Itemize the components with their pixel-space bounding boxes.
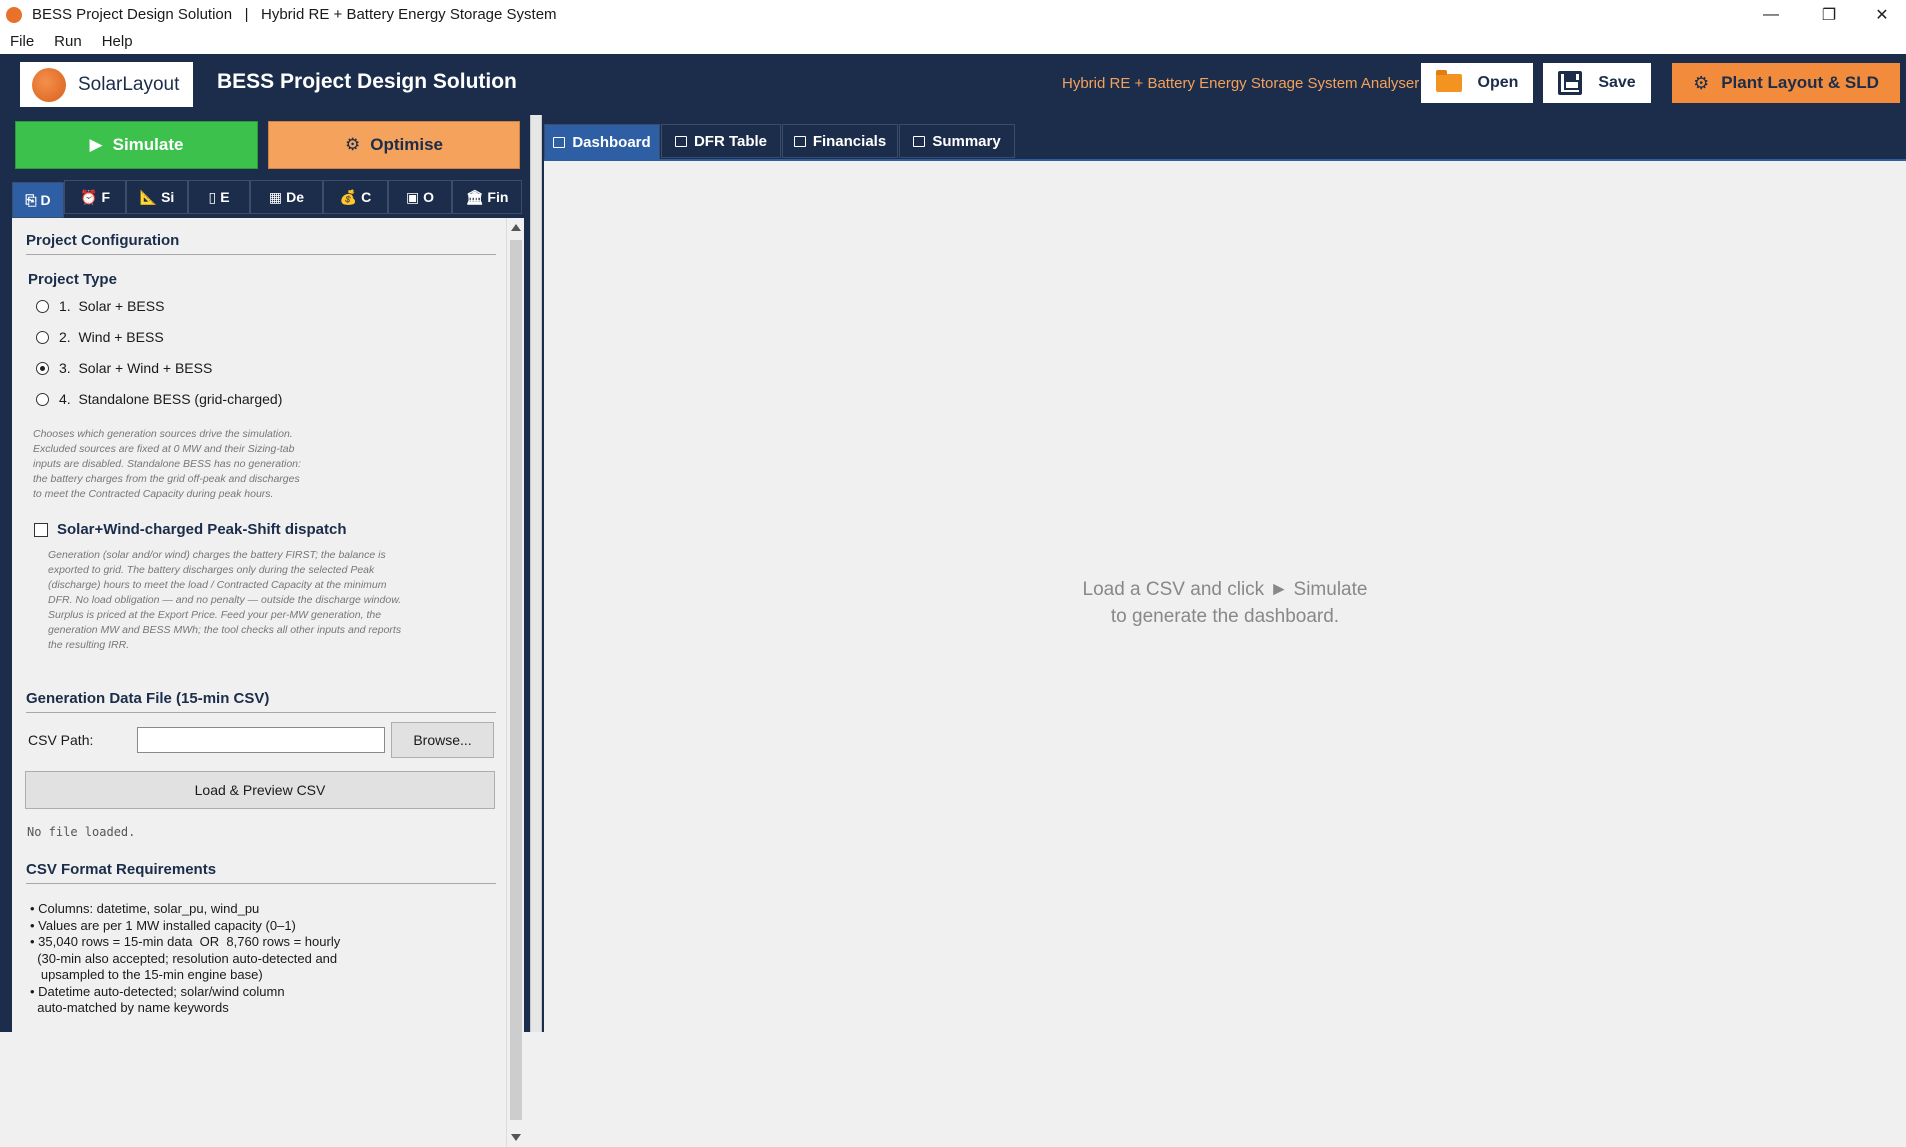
file-status: No file loaded. (27, 825, 136, 839)
layout-icon: ⚙ (1693, 72, 1710, 93)
generation-data-title: Generation Data File (15-min CSV) (26, 690, 270, 707)
document-icon (913, 135, 926, 147)
tab-o[interactable]: ▣ O (388, 180, 452, 214)
project-type-option-3[interactable]: 3. Solar + Wind + BESS (36, 360, 212, 376)
dashboard-canvas: Load a CSV and click ► Simulate to gener… (544, 159, 1906, 1032)
tab-c[interactable]: 💰 C (323, 180, 388, 214)
project-type-option-4[interactable]: 4. Standalone BESS (grid-charged) (36, 391, 282, 407)
result-tabs: Dashboard DFR Table Financials Summary (544, 122, 1015, 160)
app-header: SolarLayout BESS Project Design Solution… (0, 54, 1906, 115)
minimize-icon: — (1763, 5, 1779, 23)
battery-icon: ▯ (208, 188, 217, 205)
maximize-button[interactable]: ❐ (1800, 0, 1858, 29)
section-divider (26, 712, 496, 713)
section-divider (26, 254, 496, 255)
tab-de[interactable]: ▦ De (250, 180, 323, 214)
bank-icon: 🏛 (465, 188, 484, 205)
inbox-icon: ▣ (405, 188, 420, 205)
peak-shift-label: Solar+Wind-charged Peak-Shift dispatch (57, 521, 347, 538)
tab-fin[interactable]: 🏛 Fin (452, 180, 522, 214)
peak-shift-checkbox-row[interactable]: Solar+Wind-charged Peak-Shift dispatch (34, 521, 347, 538)
section-divider (26, 883, 496, 884)
menu-bar: File Run Help (0, 29, 1906, 54)
tab-dashboard[interactable]: Dashboard (544, 124, 660, 160)
sun-logo-icon (32, 67, 66, 102)
money-bag-icon: 💰 (339, 188, 358, 205)
play-icon: ▶ (89, 135, 103, 154)
alarm-clock-icon: ⏰ (80, 188, 98, 205)
peak-shift-note: Generation (solar and/or wind) charges t… (48, 549, 402, 651)
project-config-title: Project Configuration (26, 232, 180, 249)
minimize-button[interactable]: — (1742, 0, 1800, 29)
tab-e[interactable]: ▯ E (188, 180, 250, 214)
project-type-option-2[interactable]: 2. Wind + BESS (36, 329, 164, 345)
csv-path-label: CSV Path: (28, 732, 94, 748)
csv-path-input[interactable] (137, 727, 385, 753)
left-panel-scrollbar[interactable] (506, 218, 524, 1147)
tab-data[interactable]: ⎘ D (12, 182, 64, 218)
chart-icon (553, 136, 566, 148)
gear-icon: ⚙ (345, 135, 361, 154)
data-tab-panel: Project Configuration Project Type 1. So… (12, 218, 506, 1147)
app-title: BESS Project Design Solution (217, 70, 517, 93)
radio-button-selected[interactable] (36, 361, 49, 375)
tab-sizing[interactable]: 📐 Si (126, 180, 188, 214)
tab-financials[interactable]: Financials (782, 124, 898, 158)
tab-f[interactable]: ⏰ F (64, 180, 126, 214)
browse-button[interactable]: Browse... (391, 722, 494, 758)
logo-text: SolarLayout (78, 73, 180, 95)
left-pane: ▶ Simulate ⚙ Optimise ⎘ D ⏰ F 📐 Si ▯ E ▦ De 💰… (0, 115, 530, 1147)
right-pane: Dashboard DFR Table Financials Summary L… (542, 115, 1906, 1032)
project-type-option-1[interactable]: 1. Solar + BESS (36, 298, 164, 314)
radio-button[interactable] (36, 330, 49, 344)
floppy-disk-icon (1558, 71, 1583, 95)
open-button[interactable]: Open (1421, 63, 1533, 103)
open-label: Open (1477, 74, 1519, 91)
simulate-label: Simulate (112, 135, 184, 154)
simulate-button[interactable]: ▶ Simulate (15, 121, 258, 169)
config-tabs: ⎘ D ⏰ F 📐 Si ▯ E ▦ De 💰 C ▣ O 🏛 Fin (12, 180, 522, 218)
close-button[interactable]: ✕ (1858, 0, 1906, 29)
scroll-up-icon[interactable] (511, 224, 521, 231)
window-title: BESS Project Design Solution | Hybrid RE… (32, 6, 557, 23)
title-bar: BESS Project Design Solution | Hybrid RE… (0, 0, 1906, 29)
plant-layout-button[interactable]: ⚙ Plant Layout & SLD (1672, 63, 1900, 103)
dashboard-placeholder: Load a CSV and click ► Simulate to gener… (1082, 579, 1368, 627)
plant-layout-label: Plant Layout & SLD (1721, 73, 1879, 92)
radio-button[interactable] (36, 392, 49, 406)
menu-help[interactable]: Help (92, 33, 143, 50)
card-icon (793, 135, 806, 147)
calendar-icon: ▦ (268, 188, 283, 205)
ruler-icon: 📐 (139, 188, 158, 205)
folder-icon: ⎘ (25, 191, 37, 208)
optimise-label: Optimise (370, 135, 443, 154)
peak-shift-checkbox[interactable] (34, 522, 48, 537)
restore-icon: ❐ (1821, 6, 1837, 24)
optimise-button[interactable]: ⚙ Optimise (268, 121, 520, 169)
csv-format-title: CSV Format Requirements (26, 861, 217, 878)
logo: SolarLayout (20, 62, 193, 107)
tab-dfr-table[interactable]: DFR Table (661, 124, 781, 158)
app-subtitle: Hybrid RE + Battery Energy Storage Syste… (1062, 75, 1420, 92)
menu-file[interactable]: File (0, 33, 44, 50)
app-icon (6, 6, 22, 23)
save-button[interactable]: Save (1543, 63, 1651, 103)
clipboard-icon (674, 135, 687, 147)
csv-requirements-list: • Columns: datetime, solar_pu, wind_pu •… (30, 901, 341, 1015)
radio-button[interactable] (36, 299, 49, 313)
project-type-note: Chooses which generation sources drive t… (33, 428, 301, 500)
save-label: Save (1598, 74, 1636, 91)
menu-run[interactable]: Run (44, 33, 92, 50)
load-preview-csv-button[interactable]: Load & Preview CSV (25, 771, 495, 809)
tab-summary[interactable]: Summary (899, 124, 1015, 158)
scroll-down-icon[interactable] (511, 1134, 521, 1141)
close-icon: ✕ (1875, 6, 1889, 24)
scroll-thumb[interactable] (510, 240, 522, 1120)
folder-icon (1435, 70, 1462, 92)
project-type-title: Project Type (28, 271, 117, 288)
pane-splitter[interactable] (530, 115, 542, 1032)
